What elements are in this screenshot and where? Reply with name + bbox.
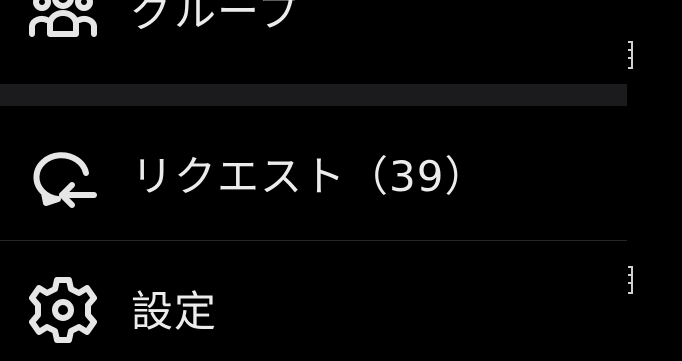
app-screen: グループ リクエスト（39） 設定 xyxy=(0,0,682,361)
menu-item-label: グループ xyxy=(131,0,301,36)
menu-item-groups[interactable]: グループ xyxy=(0,0,628,70)
section-divider xyxy=(0,84,627,106)
message-request-icon xyxy=(33,152,97,208)
menu-item-label: リクエスト（39） xyxy=(131,152,488,201)
menu-item-requests[interactable]: リクエスト（39） xyxy=(0,130,628,230)
menu-item-settings[interactable]: 設定 xyxy=(0,255,628,361)
group-icon xyxy=(29,0,97,37)
navigation-drawer: グループ リクエスト（39） 設定 xyxy=(0,0,628,361)
divider xyxy=(0,240,627,241)
gear-icon xyxy=(29,277,97,343)
menu-item-label: 設定 xyxy=(131,287,218,336)
